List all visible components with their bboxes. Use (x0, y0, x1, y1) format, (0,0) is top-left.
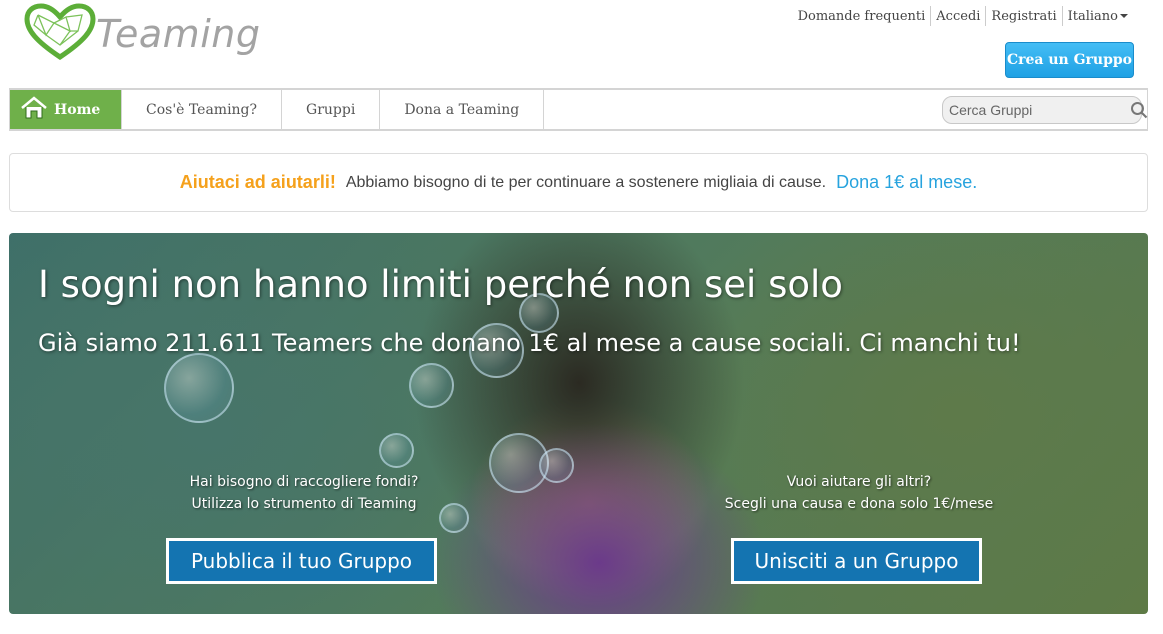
search-box (942, 96, 1148, 124)
language-label: Italiano (1067, 8, 1118, 24)
banner-message: Abbiamo bisogno di te per continuare a s… (345, 173, 827, 191)
hero-title: I sogni non hanno limiti perché non sei … (38, 263, 843, 306)
language-selector[interactable]: Italiano (1063, 7, 1133, 26)
bubble-decoration (409, 363, 454, 408)
faq-link[interactable]: Domande frequenti (793, 7, 931, 26)
nav-about[interactable]: Cos'è Teaming? (122, 90, 283, 129)
nav-home[interactable]: Home (10, 90, 122, 129)
fundraise-prompt: Hai bisogno di raccogliere fondi? Utiliz… (169, 471, 439, 515)
join-group-button[interactable]: Unisciti a un Gruppo (731, 538, 982, 584)
help-prompt: Vuoi aiutare gli altri? Scegli una causa… (699, 471, 1019, 515)
nav-home-label: Home (54, 101, 101, 118)
bubble-decoration (164, 353, 234, 423)
caret-down-icon (1120, 14, 1128, 18)
nav-groups[interactable]: Gruppi (282, 90, 381, 129)
teaming-logo[interactable]: Teaming (24, 3, 274, 65)
main-nav: Home Cos'è Teaming? Gruppi Dona a Teamin… (9, 88, 1148, 131)
magnifier-icon[interactable] (1130, 101, 1148, 119)
top-links: Domande frequenti Accedi Registrati Ital… (793, 6, 1133, 26)
house-icon (20, 95, 54, 124)
fundraise-line-2: Utilizza lo strumento di Teaming (191, 496, 417, 512)
banner-highlight: Aiutaci ad aiutarli! (179, 172, 336, 192)
bubble-decoration (379, 433, 414, 468)
register-link[interactable]: Registrati (986, 7, 1061, 26)
create-group-button[interactable]: Crea un Gruppo (1005, 42, 1134, 78)
donation-banner: Aiutaci ad aiutarli! Abbiamo bisogno di … (9, 153, 1148, 212)
login-link[interactable]: Accedi (931, 7, 985, 26)
logo-text: Teaming (96, 12, 261, 56)
fundraise-line-1: Hai bisogno di raccogliere fondi? (189, 474, 419, 490)
search-input[interactable] (949, 102, 1130, 118)
bubble-decoration (539, 448, 574, 483)
banner-donate-link[interactable]: Dona 1€ al mese. (836, 172, 977, 193)
help-line-1: Vuoi aiutare gli altri? (786, 474, 932, 490)
publish-group-button[interactable]: Pubblica il tuo Gruppo (166, 538, 437, 584)
heart-network-logo-icon (24, 3, 96, 65)
bubble-decoration (439, 503, 469, 533)
hero-banner: I sogni non hanno limiti perché non sei … (9, 233, 1148, 614)
help-line-2: Scegli una causa e dona solo 1€/mese (724, 496, 994, 512)
hero-subtitle: Già siamo 211.611 Teamers che donano 1€ … (38, 329, 1021, 357)
nav-donate[interactable]: Dona a Teaming (380, 90, 545, 129)
